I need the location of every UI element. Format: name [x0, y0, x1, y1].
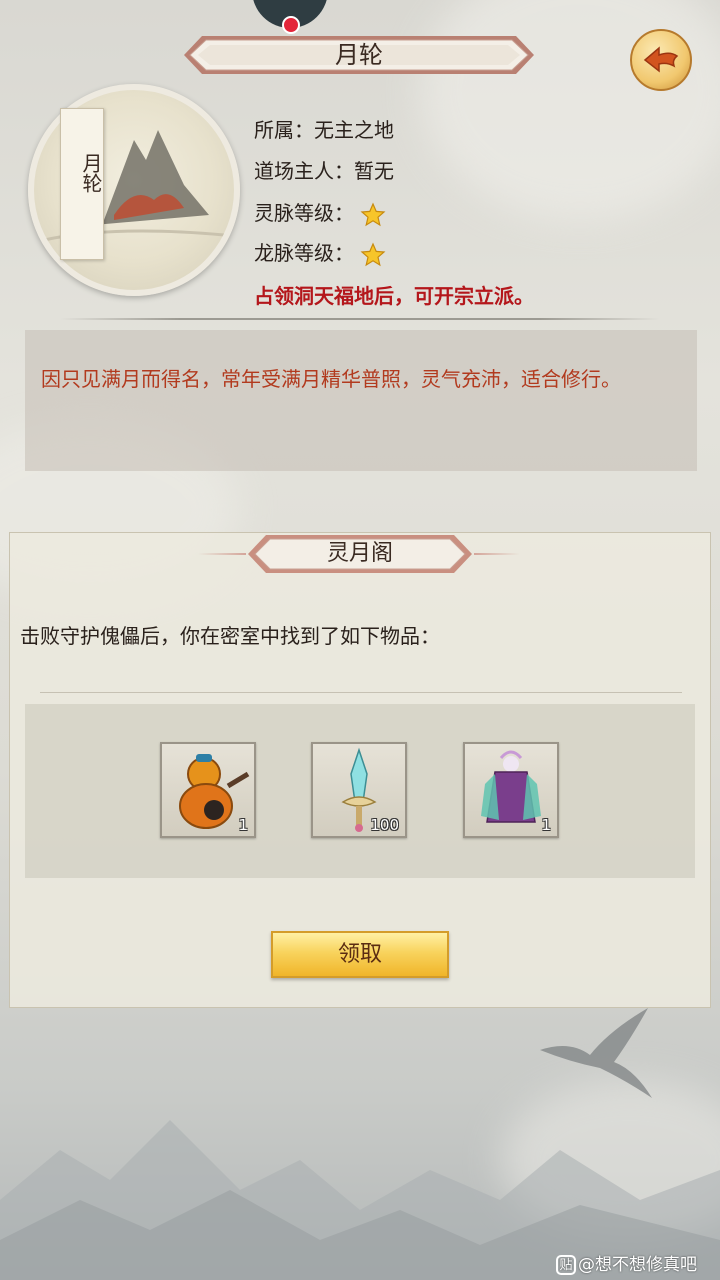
watermark: 贴 @想不想修真吧 — [556, 1250, 697, 1275]
top-ornament — [252, 0, 328, 34]
title-banner: 月轮 — [180, 32, 538, 78]
reward-title: 灵月阁 — [326, 541, 393, 566]
star-icon — [360, 201, 386, 226]
reward-item-robe[interactable]: 1 — [463, 742, 559, 838]
item-count: 100 — [370, 816, 399, 834]
star-icon — [360, 241, 386, 266]
spirit-vein-level: 灵脉等级： — [254, 197, 386, 228]
divider — [40, 692, 682, 693]
occupy-hint: 占领洞天福地后，可开宗立派。 — [254, 284, 534, 308]
dojo-owner: 道场主人：暂无 — [254, 159, 394, 183]
location-name-scroll: 月轮 — [60, 108, 104, 260]
reward-prompt: 击败守护傀儡后，你在密室中找到了如下物品： — [20, 624, 440, 648]
description-box: 因只见满月而得名，常年受满月精华普照，灵气充沛，适合修行。 — [25, 330, 697, 471]
dragon-vein-label: 龙脉等级： — [254, 241, 354, 265]
page-title: 月轮 — [335, 41, 383, 69]
watermark-text: @想不想修真吧 — [578, 1255, 697, 1275]
reward-title-banner: 灵月阁 — [246, 532, 474, 576]
dragon-vein-level: 龙脉等级： — [254, 237, 386, 268]
reward-item-gourd[interactable]: 1 — [160, 742, 256, 838]
item-count: 1 — [238, 816, 248, 834]
watermark-logo: 贴 — [556, 1255, 576, 1275]
divider — [60, 318, 660, 320]
location-description: 因只见满月而得名，常年受满月精华普照，灵气充沛，适合修行。 — [41, 367, 621, 391]
back-arrow-icon — [643, 46, 679, 73]
item-count: 1 — [541, 816, 551, 834]
emblem-label: 月轮 — [79, 153, 103, 193]
reward-item-sword[interactable]: 100 — [311, 742, 407, 838]
spirit-vein-label: 灵脉等级： — [254, 201, 354, 225]
banner-side-line — [198, 553, 246, 555]
back-button[interactable] — [630, 29, 692, 91]
belongs-to: 所属：无主之地 — [254, 118, 394, 142]
crane-decoration — [540, 1008, 652, 1098]
claim-button[interactable]: 领取 — [271, 931, 449, 978]
banner-side-line — [474, 553, 520, 555]
